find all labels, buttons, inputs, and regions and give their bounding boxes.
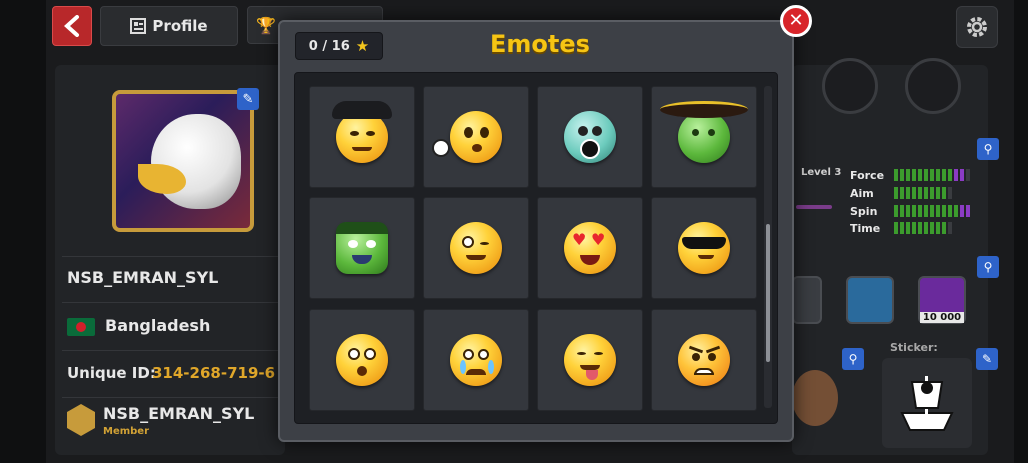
username: NSB_EMRAN_SYL <box>67 268 219 287</box>
helmet-emote-icon <box>564 111 616 163</box>
scrollbar-thumb[interactable] <box>766 224 770 362</box>
close-icon: ✕ <box>788 10 804 31</box>
trophy-achievement-icon[interactable]: 10 000 <box>918 276 966 324</box>
avatar[interactable] <box>112 90 254 232</box>
stat-label-force: Force <box>850 169 885 182</box>
sticker-image[interactable] <box>882 358 972 448</box>
pencil-icon: ✎ <box>242 91 254 107</box>
achievement-count: 10 000 <box>920 312 964 323</box>
stat-bar-aim <box>894 187 952 199</box>
rank-ring-icon <box>905 58 961 114</box>
sticker-label: Sticker: <box>890 341 938 354</box>
item-icon[interactable] <box>792 276 822 324</box>
stat-bar-time <box>894 222 952 234</box>
edit-sticker-button[interactable]: ✎ <box>976 348 998 370</box>
unique-id-label: Unique ID: <box>67 364 156 382</box>
items-search-button[interactable]: ⚲ <box>977 256 999 278</box>
yum-emote-icon <box>564 334 616 386</box>
emote-tile-wink[interactable] <box>423 197 529 299</box>
left-edge <box>0 0 46 463</box>
emote-tile-heart-eyes[interactable]: ♥ ♥ <box>537 197 643 299</box>
stat-label-spin: Spin <box>850 205 878 218</box>
emote-tile-sunglasses[interactable] <box>651 197 757 299</box>
crying-emote-icon <box>450 334 502 386</box>
stats-search-button[interactable]: ⚲ <box>977 138 999 160</box>
emote-tile-mariachi[interactable] <box>651 86 757 188</box>
gangster-emote-icon <box>332 101 392 163</box>
club-name[interactable]: NSB_EMRAN_SYL <box>103 404 254 423</box>
cue-level: Level 3 <box>801 167 842 178</box>
heart-eyes-emote-icon: ♥ ♥ <box>564 222 616 274</box>
bangladesh-flag-icon <box>67 318 95 336</box>
emote-tile-angry[interactable] <box>651 309 757 411</box>
profile-tab-label: Profile <box>152 17 208 35</box>
pirate-ship-icon <box>900 376 954 431</box>
settings-button[interactable] <box>956 6 998 48</box>
edit-avatar-button[interactable]: ✎ <box>237 88 259 110</box>
avatar-search-button[interactable]: ⚲ <box>842 348 864 370</box>
eagle-image <box>151 114 241 209</box>
emote-tile-helmet[interactable] <box>537 86 643 188</box>
avatar-preview[interactable] <box>792 370 838 426</box>
emote-tile-soccer[interactable] <box>423 86 529 188</box>
stat-bar-spin <box>894 205 970 217</box>
unique-id-value: 314-268-719-6 <box>152 364 276 382</box>
chevron-left-icon <box>64 15 79 37</box>
lightning-8ball-icon[interactable] <box>846 276 894 324</box>
emote-grid: ♥ ♥ <box>294 72 778 424</box>
back-button[interactable] <box>52 6 92 46</box>
wink-emote-icon <box>450 222 502 274</box>
profile-card-icon <box>130 18 147 34</box>
emote-tile-surprised[interactable] <box>309 309 415 411</box>
search-icon: ⚲ <box>983 260 993 274</box>
search-icon: ⚲ <box>848 352 858 366</box>
cue-icon <box>796 205 832 209</box>
emote-tile-monster[interactable] <box>309 197 415 299</box>
divider <box>62 397 280 398</box>
search-icon: ⚲ <box>983 142 993 156</box>
gear-icon <box>967 17 987 37</box>
mariachi-emote-icon <box>660 101 748 163</box>
soccer-emote-icon <box>432 111 502 163</box>
trophy-icon: 🏆 <box>256 15 276 35</box>
divider <box>62 256 280 257</box>
emote-tile-crying[interactable] <box>423 309 529 411</box>
star-icon: ★ <box>355 36 370 55</box>
divider <box>62 302 280 303</box>
stat-bar-force <box>894 169 970 181</box>
emote-counter: 0 / 16 ★ <box>295 32 383 60</box>
club-role: Member <box>103 426 150 437</box>
stat-label-aim: Aim <box>850 187 874 200</box>
stat-label-time: Time <box>850 222 881 235</box>
surprised-emote-icon <box>336 334 388 386</box>
modal-title: Emotes <box>490 30 590 58</box>
sunglasses-emote-icon <box>678 222 730 274</box>
divider <box>62 350 280 351</box>
emote-counter-value: 0 / 16 <box>308 38 350 54</box>
monster-emote-icon <box>336 222 388 274</box>
emote-tile-yum[interactable] <box>537 309 643 411</box>
close-button[interactable]: ✕ <box>780 5 812 37</box>
country-name: Bangladesh <box>105 316 211 335</box>
league-ring-icon <box>822 58 878 114</box>
angry-emote-icon <box>678 334 730 386</box>
pencil-icon: ✎ <box>981 352 993 366</box>
right-edge <box>1014 0 1028 463</box>
emote-tile-gangster[interactable] <box>309 86 415 188</box>
profile-tab[interactable]: Profile <box>100 6 238 46</box>
